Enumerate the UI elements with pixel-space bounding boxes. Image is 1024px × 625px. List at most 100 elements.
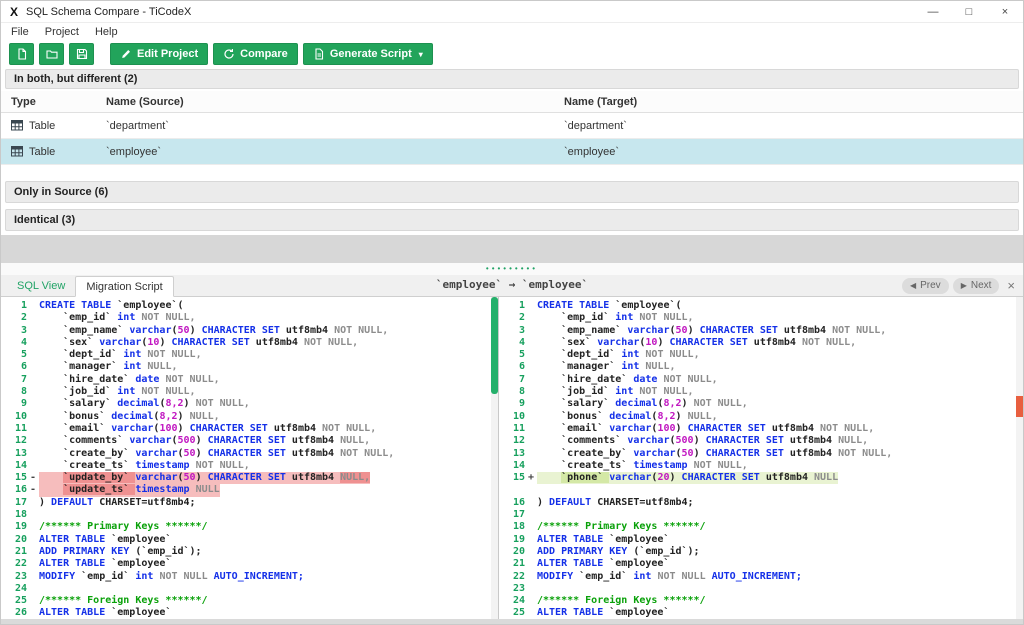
- table-row-department[interactable]: Table `department` `department`: [1, 113, 1023, 139]
- diff-marker: [525, 448, 537, 460]
- code-token: 20: [657, 472, 669, 483]
- horizontal-scrollbar[interactable]: [1, 619, 1023, 624]
- code-token: int: [135, 571, 159, 582]
- generate-script-label: Generate Script: [330, 48, 412, 60]
- code-token: decimal: [117, 398, 159, 409]
- splitter-handle[interactable]: •••••••••: [1, 263, 1023, 275]
- code-token: [537, 337, 561, 348]
- code-token: ): [39, 497, 51, 508]
- code-token: 50: [178, 325, 190, 336]
- row-target-name: `department`: [564, 120, 1023, 132]
- close-window-button[interactable]: ×: [987, 1, 1023, 22]
- diff-marker: [27, 398, 39, 410]
- code-token: `sex`: [63, 337, 99, 348]
- code-line: 8 `job_id` int NOT NULL,: [503, 386, 1013, 398]
- code-token: ): [694, 448, 706, 459]
- code-token: `emp_name`: [561, 325, 627, 336]
- table-header-row: Type Name (Source) Name (Target): [1, 91, 1023, 113]
- diff-marker: [525, 398, 537, 410]
- line-number: 18: [503, 521, 525, 533]
- code-token: varchar: [609, 472, 651, 483]
- diff-marker: [525, 423, 537, 435]
- line-number: 21: [503, 558, 525, 570]
- code-token: utf8mb4: [274, 423, 322, 434]
- pencil-icon: [120, 48, 132, 60]
- target-code-pane: 1CREATE TABLE `employee`(2 `emp_id` int …: [498, 297, 1023, 624]
- section-in-both-different[interactable]: In both, but different (2): [5, 69, 1019, 89]
- code-token: varchar: [597, 337, 639, 348]
- section-identical[interactable]: Identical (3): [5, 209, 1019, 231]
- line-number: 8: [5, 386, 27, 398]
- save-project-button[interactable]: [69, 43, 94, 65]
- line-number: 16: [5, 484, 27, 496]
- prev-diff-button[interactable]: ◀ Prev: [902, 278, 949, 294]
- line-number: 24: [5, 583, 27, 595]
- tab-migration-script[interactable]: Migration Script: [75, 276, 173, 297]
- code-text: `dept_id` int NOT NULL,: [39, 349, 202, 361]
- open-project-button[interactable]: [39, 43, 64, 65]
- source-scrollbar-thumb[interactable]: [491, 297, 498, 394]
- column-header-name-target[interactable]: Name (Target): [564, 96, 1023, 108]
- code-token: ALTER TABLE: [537, 558, 609, 569]
- column-header-name-source[interactable]: Name (Source): [106, 96, 564, 108]
- code-line: 24: [5, 583, 488, 595]
- code-token: `employee`: [117, 300, 177, 311]
- code-text: `job_id` int NOT NULL,: [537, 386, 694, 398]
- menu-help[interactable]: Help: [87, 26, 126, 38]
- code-token: NOT NULL,: [832, 325, 886, 336]
- section-only-in-source[interactable]: Only in Source (6): [5, 181, 1019, 203]
- code-token: 8,2: [657, 411, 675, 422]
- code-text: `manager` int NULL,: [39, 361, 178, 373]
- row-target-name: `employee`: [564, 146, 1023, 158]
- menu-file[interactable]: File: [3, 26, 37, 38]
- code-line: 19/****** Primary Keys ******/: [5, 521, 488, 533]
- code-token: MODIFY: [537, 571, 579, 582]
- code-token: 500: [676, 435, 694, 446]
- column-header-type[interactable]: Type: [1, 96, 106, 108]
- next-diff-button[interactable]: ▶ Next: [953, 278, 1000, 294]
- section-identical-label: Identical (3): [14, 214, 75, 226]
- code-token: 10: [645, 337, 657, 348]
- code-text: `create_by` varchar(50) CHARACTER SET ut…: [39, 448, 394, 460]
- code-text: `sex` varchar(10) CHARACTER SET utf8mb4 …: [537, 337, 856, 349]
- menu-project[interactable]: Project: [37, 26, 87, 38]
- code-line: 5 `dept_id` int NOT NULL,: [5, 349, 488, 361]
- code-text: ALTER TABLE `employee`: [39, 534, 171, 546]
- close-diff-pane-icon[interactable]: ×: [1003, 278, 1019, 293]
- diff-marker: [27, 374, 39, 386]
- code-token: NULL,: [190, 411, 220, 422]
- line-number: 6: [5, 361, 27, 373]
- code-token: NULL,: [147, 361, 177, 372]
- maximize-button[interactable]: □: [951, 1, 987, 22]
- code-text: `email` varchar(100) CHARACTER SET utf8m…: [39, 423, 376, 435]
- code-line: 24/****** Foreign Keys ******/: [503, 595, 1013, 607]
- diff-marker: [27, 435, 39, 447]
- table-row-employee[interactable]: Table `employee` `employee`: [1, 139, 1023, 165]
- edit-project-button[interactable]: Edit Project: [110, 43, 208, 65]
- new-project-button[interactable]: [9, 43, 34, 65]
- minimize-button[interactable]: —: [915, 1, 951, 22]
- diff-marker: [27, 300, 39, 312]
- code-line: 15- `update_by` varchar(50) CHARACTER SE…: [5, 472, 488, 484]
- line-number: 22: [5, 558, 27, 570]
- line-number: 9: [503, 398, 525, 410]
- line-number: 14: [5, 460, 27, 472]
- line-number: 13: [503, 448, 525, 460]
- code-line: 23MODIFY `emp_id` int NOT NULL AUTO_INCR…: [5, 571, 488, 583]
- script-icon: [313, 48, 325, 60]
- code-token: [39, 423, 63, 434]
- code-token: utf8mb4: [292, 435, 340, 446]
- diff-position-marker[interactable]: [1016, 396, 1023, 417]
- code-text: `salary` decimal(8,2) NOT NULL,: [39, 398, 250, 410]
- code-token: CHARACTER SET: [208, 472, 292, 483]
- diff-marker: [525, 300, 537, 312]
- compare-button[interactable]: Compare: [213, 43, 298, 65]
- code-token: utf8mb4: [256, 337, 304, 348]
- code-token: ADD PRIMARY KEY: [537, 546, 633, 557]
- code-line: 2 `emp_id` int NOT NULL,: [503, 312, 1013, 324]
- diff-marker: [525, 312, 537, 324]
- code-token: NOT NULL: [159, 571, 213, 582]
- code-token: NOT NULL,: [165, 374, 219, 385]
- tab-sql-view[interactable]: SQL View: [7, 275, 75, 296]
- generate-script-button[interactable]: Generate Script ▾: [303, 43, 433, 65]
